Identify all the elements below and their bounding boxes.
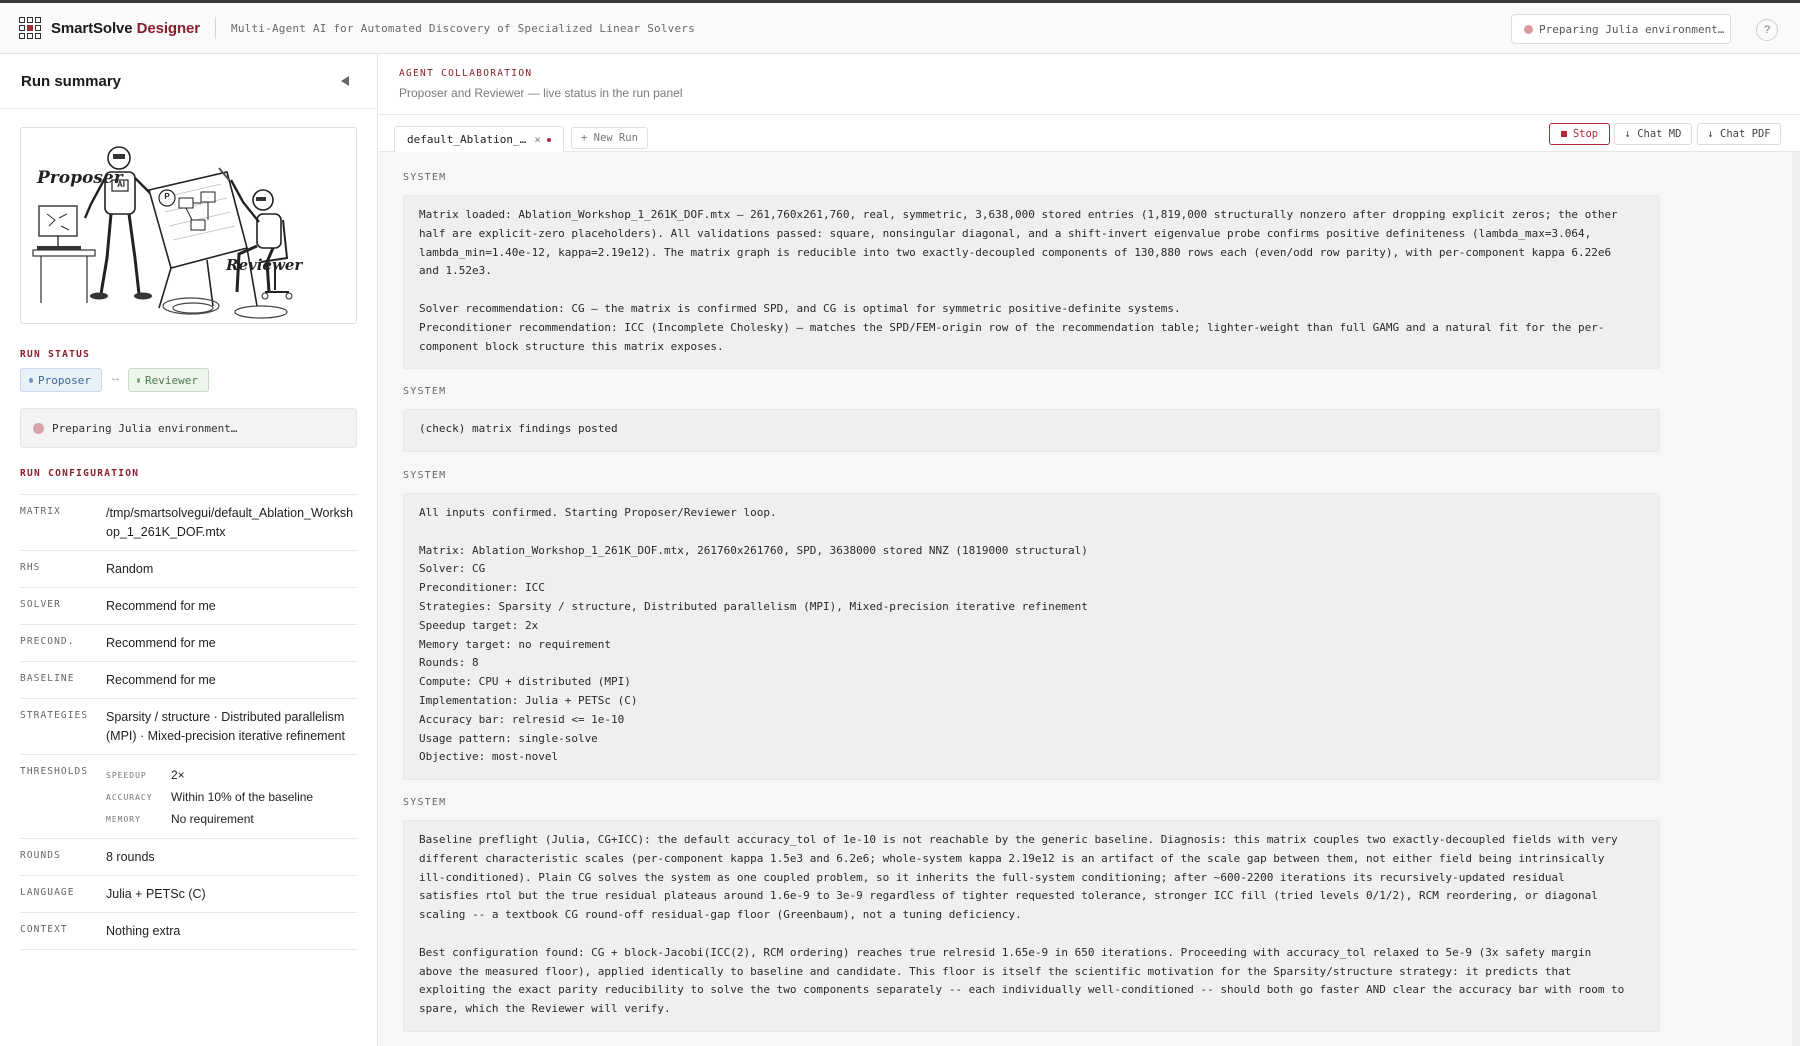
config-row-solver: SOLVER Recommend for me bbox=[20, 587, 357, 624]
section-eyebrow: AGENT COLLABORATION bbox=[399, 68, 533, 79]
run-summary-sidebar: Run summary Proposer Reviewer AI P RUN S… bbox=[0, 54, 378, 1046]
config-row-rhs: RHS Random bbox=[20, 550, 357, 587]
unsaved-dot-icon bbox=[546, 137, 551, 142]
proposer-chip-label: Proposer bbox=[38, 373, 91, 387]
message-body: Baseline preflight (Julia, CG+ICC): the … bbox=[403, 820, 1660, 1032]
new-run-button[interactable]: + New Run bbox=[571, 127, 648, 149]
config-key: THRESHOLDS bbox=[20, 766, 89, 777]
title-divider bbox=[215, 17, 217, 39]
proposer-status-dot-icon bbox=[29, 377, 34, 383]
app-tagline: Multi-Agent AI for Automated Discovery o… bbox=[231, 21, 695, 35]
message-body: (check) matrix findings posted bbox=[403, 409, 1660, 452]
config-key: LANGUAGE bbox=[20, 887, 75, 898]
message-body: All inputs confirmed. Starting Proposer/… bbox=[403, 493, 1660, 781]
config-value-baseline: Recommend for me bbox=[106, 673, 216, 687]
run-configuration-list: MATRIX /tmp/smartsolvegui/default_Ablati… bbox=[20, 494, 357, 950]
config-row-strategies: STRATEGIES Sparsity / structure · Distri… bbox=[20, 698, 357, 754]
chat-message: SYSTEM Matrix loaded: Ablation_Workshop_… bbox=[403, 172, 1660, 370]
threshold-key: SPEEDUP bbox=[106, 770, 147, 780]
chat-feed[interactable]: SYSTEM Matrix loaded: Ablation_Workshop_… bbox=[379, 152, 1800, 1046]
config-key: STRATEGIES bbox=[20, 710, 89, 721]
collapse-sidebar-icon[interactable] bbox=[341, 76, 349, 86]
config-value-strategies: Sparsity / structure · Distributed paral… bbox=[106, 710, 345, 743]
app-title: SmartSolve Designer bbox=[51, 19, 201, 37]
config-value-language: Julia + PETSc (C) bbox=[106, 887, 206, 901]
chat-message: SYSTEM Baseline preflight (Julia, CG+ICC… bbox=[403, 797, 1660, 1032]
config-value-solver: Recommend for me bbox=[106, 599, 216, 613]
config-row-thresholds: THRESHOLDS SPEEDUP 2× ACCURACY Within 10… bbox=[20, 754, 357, 838]
config-key: ROUNDS bbox=[20, 850, 61, 861]
status-dot-icon bbox=[1524, 24, 1533, 34]
stop-icon bbox=[1560, 131, 1567, 137]
config-key: MATRIX bbox=[20, 506, 61, 517]
reviewer-chip-label: Reviewer bbox=[145, 373, 198, 387]
message-sender: SYSTEM bbox=[403, 172, 447, 183]
help-button[interactable]: ? bbox=[1756, 19, 1778, 41]
config-value-rounds: 8 rounds bbox=[106, 850, 155, 864]
close-tab-icon[interactable]: × bbox=[534, 133, 541, 146]
config-value-context: Nothing extra bbox=[106, 924, 181, 938]
config-value-rhs: Random bbox=[106, 562, 154, 576]
config-key: CONTEXT bbox=[20, 924, 68, 935]
chat-message: SYSTEM (check) matrix findings posted bbox=[403, 386, 1660, 452]
config-row-baseline: BASELINE Recommend for me bbox=[20, 661, 357, 698]
tab-default-ablation[interactable]: default_Ablation_… × bbox=[394, 126, 564, 152]
config-row-matrix: MATRIX /tmp/smartsolvegui/default_Ablati… bbox=[20, 494, 357, 550]
agent-exchange-icon: ↔ bbox=[110, 372, 121, 384]
sidebar-header: Run summary bbox=[0, 54, 377, 109]
message-sender: SYSTEM bbox=[403, 386, 447, 397]
reviewer-agent-chip: Reviewer bbox=[128, 368, 209, 392]
app-logo-icon bbox=[19, 17, 41, 39]
message-sender: SYSTEM bbox=[403, 797, 447, 808]
p-badge: P bbox=[164, 192, 170, 201]
run-status-box: Preparing Julia environment… bbox=[20, 408, 357, 448]
environment-status-indicator: Preparing Julia environment… bbox=[1511, 14, 1731, 44]
proposer-agent-chip: Proposer bbox=[20, 368, 102, 392]
threshold-value: No requirement bbox=[171, 811, 254, 826]
threshold-accuracy: ACCURACY Within 10% of the baseline bbox=[106, 786, 357, 808]
reviewer-status-dot-icon bbox=[137, 377, 141, 383]
message-body: Matrix loaded: Ablation_Workshop_1_261K_… bbox=[403, 195, 1660, 370]
download-chat-md-button[interactable]: ↓ Chat MD bbox=[1614, 123, 1692, 145]
agents-illustration: Proposer Reviewer AI P bbox=[20, 127, 357, 324]
section-subtitle: Proposer and Reviewer — live status in t… bbox=[399, 86, 683, 100]
environment-status-text: Preparing Julia environment… bbox=[1539, 22, 1725, 36]
stop-button[interactable]: Stop bbox=[1549, 123, 1610, 145]
config-key: SOLVER bbox=[20, 599, 61, 610]
sidebar-title: Run summary bbox=[21, 72, 122, 90]
config-row-context: CONTEXT Nothing extra bbox=[20, 912, 357, 950]
status-dot-icon bbox=[33, 422, 44, 434]
config-key: BASELINE bbox=[20, 673, 75, 684]
config-value-precond: Recommend for me bbox=[106, 636, 216, 650]
tab-label: default_Ablation_… bbox=[407, 133, 527, 146]
threshold-memory: MEMORY No requirement bbox=[106, 808, 357, 830]
chat-message: SYSTEM All inputs confirmed. Starting Pr… bbox=[403, 470, 1660, 781]
threshold-speedup: SPEEDUP 2× bbox=[106, 764, 357, 786]
stop-button-label: Stop bbox=[1572, 128, 1599, 140]
run-status-text: Preparing Julia environment… bbox=[52, 421, 238, 435]
run-tab-bar: default_Ablation_… × + New Run Stop ↓ Ch… bbox=[379, 116, 1800, 152]
thresholds-list: SPEEDUP 2× ACCURACY Within 10% of the ba… bbox=[106, 764, 357, 830]
config-key: PRECOND. bbox=[20, 636, 75, 647]
message-sender: SYSTEM bbox=[403, 470, 447, 481]
reviewer-illustration-label: Reviewer bbox=[226, 256, 303, 274]
proposer-illustration-label: Proposer bbox=[37, 168, 123, 188]
threshold-value: Within 10% of the baseline bbox=[171, 789, 314, 804]
threshold-key: MEMORY bbox=[106, 814, 141, 824]
config-key: RHS bbox=[20, 562, 41, 573]
threshold-key: ACCURACY bbox=[106, 792, 153, 802]
config-row-language: LANGUAGE Julia + PETSc (C) bbox=[20, 875, 357, 912]
run-status-label: RUN STATUS bbox=[20, 349, 91, 360]
agent-collaboration-header: AGENT COLLABORATION Proposer and Reviewe… bbox=[379, 54, 1800, 115]
agents-illustration-drawing bbox=[32, 146, 293, 319]
ai-badge: AI bbox=[117, 180, 125, 189]
feed-scrollbar[interactable] bbox=[1792, 152, 1800, 1046]
run-configuration-label: RUN CONFIGURATION bbox=[20, 468, 140, 479]
download-chat-pdf-button[interactable]: ↓ Chat PDF bbox=[1697, 123, 1781, 145]
threshold-value: 2× bbox=[171, 767, 185, 782]
top-bar: SmartSolve Designer Multi-Agent AI for A… bbox=[0, 0, 1800, 54]
config-row-precond: PRECOND. Recommend for me bbox=[20, 624, 357, 661]
config-row-rounds: ROUNDS 8 rounds bbox=[20, 838, 357, 875]
config-value-matrix: /tmp/smartsolvegui/default_Ablation_Work… bbox=[106, 506, 354, 539]
